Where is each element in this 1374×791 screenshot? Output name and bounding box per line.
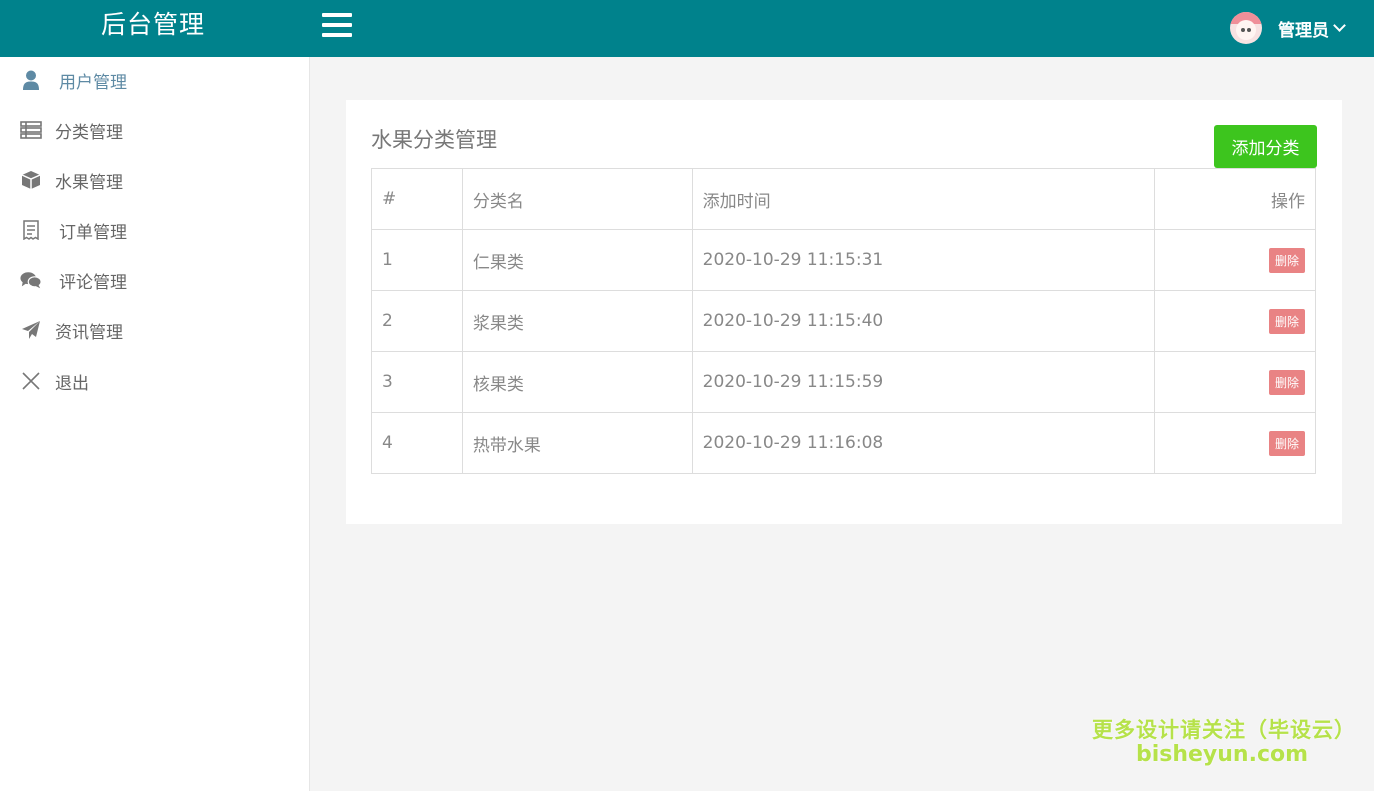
cell-time: 2020-10-29 11:15:40 (691, 290, 1156, 352)
cell-id: 1 (371, 229, 463, 291)
cell-time: 2020-10-29 11:16:08 (691, 412, 1156, 474)
watermark-line1: 更多设计请关注（毕设云） (1092, 718, 1356, 742)
column-header-action: 操作 (1154, 168, 1316, 230)
avatar (1230, 12, 1262, 44)
sidebar-item-categories[interactable]: 分类管理 (0, 110, 309, 150)
close-icon (20, 370, 42, 392)
cell-id: 4 (371, 412, 463, 474)
list-icon (20, 119, 42, 141)
delete-button[interactable]: 删除 (1268, 247, 1305, 273)
table-row: 2 浆果类 2020-10-29 11:15:40 删除 (371, 290, 1316, 352)
comments-icon (20, 269, 42, 291)
cell-name: 热带水果 (461, 412, 693, 474)
paper-plane-icon (20, 319, 42, 341)
cell-time: 2020-10-29 11:15:31 (691, 229, 1156, 291)
cell-action: 删除 (1154, 229, 1316, 291)
sidebar-item-comments[interactable]: 评论管理 (0, 260, 309, 300)
sidebar-item-label: 评论管理 (59, 272, 127, 293)
receipt-icon (20, 219, 42, 241)
cell-id: 2 (371, 290, 463, 352)
sidebar-item-label: 退出 (55, 373, 89, 394)
table-header-row: # 分类名 添加时间 操作 (371, 168, 1316, 230)
cell-action: 删除 (1154, 290, 1316, 352)
cell-time: 2020-10-29 11:15:59 (691, 351, 1156, 413)
sidebar-item-news[interactable]: 资讯管理 (0, 310, 309, 350)
cell-id: 3 (371, 351, 463, 413)
table-row: 3 核果类 2020-10-29 11:15:59 删除 (371, 351, 1316, 413)
sidebar-item-label: 分类管理 (55, 122, 123, 143)
delete-button[interactable]: 删除 (1268, 430, 1305, 456)
user-icon (20, 69, 42, 91)
cell-name: 仁果类 (461, 229, 693, 291)
category-table: # 分类名 添加时间 操作 1 仁果类 2020-10-29 11:15:31 … (371, 168, 1316, 474)
sidebar-item-label: 资讯管理 (55, 322, 123, 343)
sidebar-item-label: 订单管理 (59, 222, 127, 243)
menu-toggle-icon[interactable] (322, 13, 352, 39)
column-header-id: # (371, 168, 463, 230)
sidebar-item-users[interactable]: 用户管理 (0, 60, 309, 100)
cell-action: 删除 (1154, 412, 1316, 474)
sidebar: 用户管理 分类管理 水果管理 订单管理 评论管理 资讯管理 退出 (0, 57, 310, 791)
sidebar-item-label: 水果管理 (55, 172, 123, 193)
cell-name: 浆果类 (461, 290, 693, 352)
sidebar-item-label: 用户管理 (59, 72, 127, 93)
cell-name: 核果类 (461, 351, 693, 413)
cell-action: 删除 (1154, 351, 1316, 413)
user-menu[interactable]: 管理员 (1230, 8, 1346, 48)
add-category-button[interactable]: 添加分类 (1214, 125, 1317, 168)
table-row: 4 热带水果 2020-10-29 11:16:08 删除 (371, 412, 1316, 474)
chevron-down-icon (1333, 18, 1346, 32)
watermark: 更多设计请关注（毕设云） bisheyun.com (1092, 714, 1356, 767)
sidebar-item-fruits[interactable]: 水果管理 (0, 160, 309, 200)
user-name: 管理员 (1278, 20, 1329, 41)
column-header-time: 添加时间 (691, 168, 1156, 230)
content-panel: 水果分类管理 添加分类 # 分类名 添加时间 操作 1 仁果类 2020-10-… (346, 100, 1342, 524)
delete-button[interactable]: 删除 (1268, 308, 1305, 334)
watermark-line2: bisheyun.com (1135, 742, 1309, 767)
sidebar-item-orders[interactable]: 订单管理 (0, 210, 309, 250)
page-title: 水果分类管理 (371, 128, 497, 152)
column-header-name: 分类名 (461, 168, 693, 230)
cube-icon (20, 169, 42, 191)
delete-button[interactable]: 删除 (1268, 369, 1305, 395)
brand-title: 后台管理 (100, 10, 205, 39)
top-bar: 后台管理 管理员 (0, 0, 1374, 57)
sidebar-item-logout[interactable]: 退出 (0, 361, 309, 401)
table-row: 1 仁果类 2020-10-29 11:15:31 删除 (371, 229, 1316, 291)
